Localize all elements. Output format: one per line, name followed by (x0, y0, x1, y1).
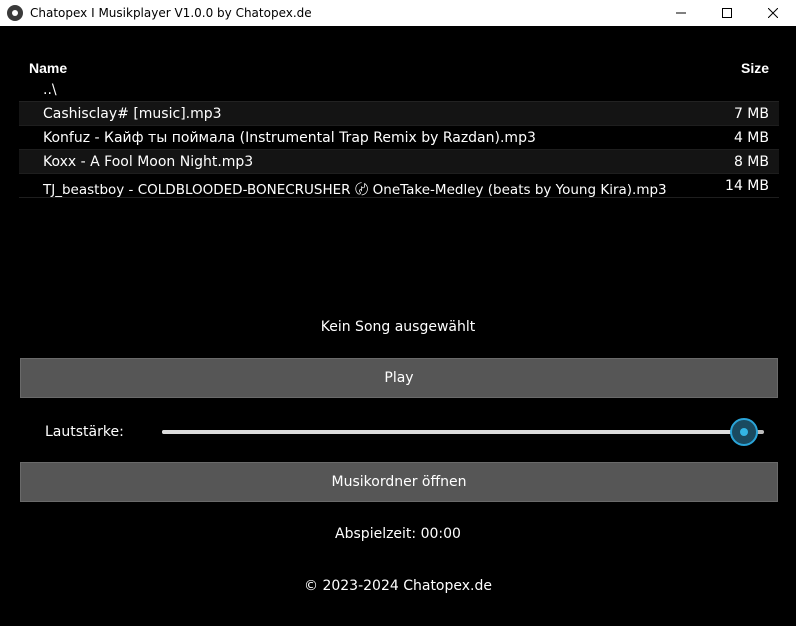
file-size: 14 MB (725, 178, 769, 194)
file-row[interactable]: Koxx - A Fool Moon Night.mp3 8 MB (19, 150, 779, 174)
close-button[interactable] (750, 0, 796, 26)
column-header-name[interactable]: Name (29, 60, 67, 76)
window-title: Chatopex I Musikplayer V1.0.0 by Chatope… (30, 6, 312, 20)
app-logo-icon (7, 5, 23, 21)
playtime-display: Abspielzeit: 00:00 (335, 526, 461, 542)
file-size: 4 MB (733, 130, 769, 146)
title-bar[interactable]: Chatopex I Musikplayer V1.0.0 by Chatope… (0, 0, 796, 26)
file-row[interactable]: Konfuz - Кайф ты поймала (Instrumental T… (19, 126, 779, 150)
file-size: 7 MB (733, 106, 769, 122)
volume-label: Lautstärke: (45, 424, 124, 440)
file-name: Cashisclay# [music].mp3 (43, 106, 222, 122)
file-name: Konfuz - Кайф ты поймала (Instrumental T… (43, 130, 536, 146)
file-row[interactable]: TJ_beastboy - COLDBLOODED-BONECRUSHER 〄 … (19, 174, 779, 198)
file-size: 8 MB (733, 154, 769, 170)
file-list: Name Size ..\ Cashisclay# [music].mp3 7 … (19, 56, 779, 198)
close-icon (768, 8, 778, 18)
column-header-size[interactable]: Size (741, 60, 769, 76)
minimize-button[interactable] (658, 0, 704, 26)
maximize-button[interactable] (704, 0, 750, 26)
file-name: TJ_beastboy - COLDBLOODED-BONECRUSHER 〄 … (43, 182, 667, 198)
minimize-icon (676, 12, 686, 14)
parent-directory-row[interactable]: ..\ (19, 80, 779, 102)
file-row[interactable]: Cashisclay# [music].mp3 7 MB (19, 102, 779, 126)
open-music-folder-button[interactable]: Musikordner öffnen (20, 462, 778, 502)
song-status: Kein Song ausgewählt (320, 319, 476, 335)
file-name: Koxx - A Fool Moon Night.mp3 (43, 154, 254, 170)
window-controls (658, 0, 796, 26)
file-list-header: Name Size (19, 56, 779, 80)
volume-slider-fill (162, 430, 744, 434)
parent-directory-label: ..\ (43, 82, 57, 98)
copyright-footer: © 2023-2024 Chatopex.de (304, 578, 492, 594)
maximize-icon (722, 8, 732, 18)
play-button[interactable]: Play (20, 358, 778, 398)
volume-slider[interactable] (160, 414, 780, 450)
volume-slider-thumb[interactable] (730, 418, 758, 446)
